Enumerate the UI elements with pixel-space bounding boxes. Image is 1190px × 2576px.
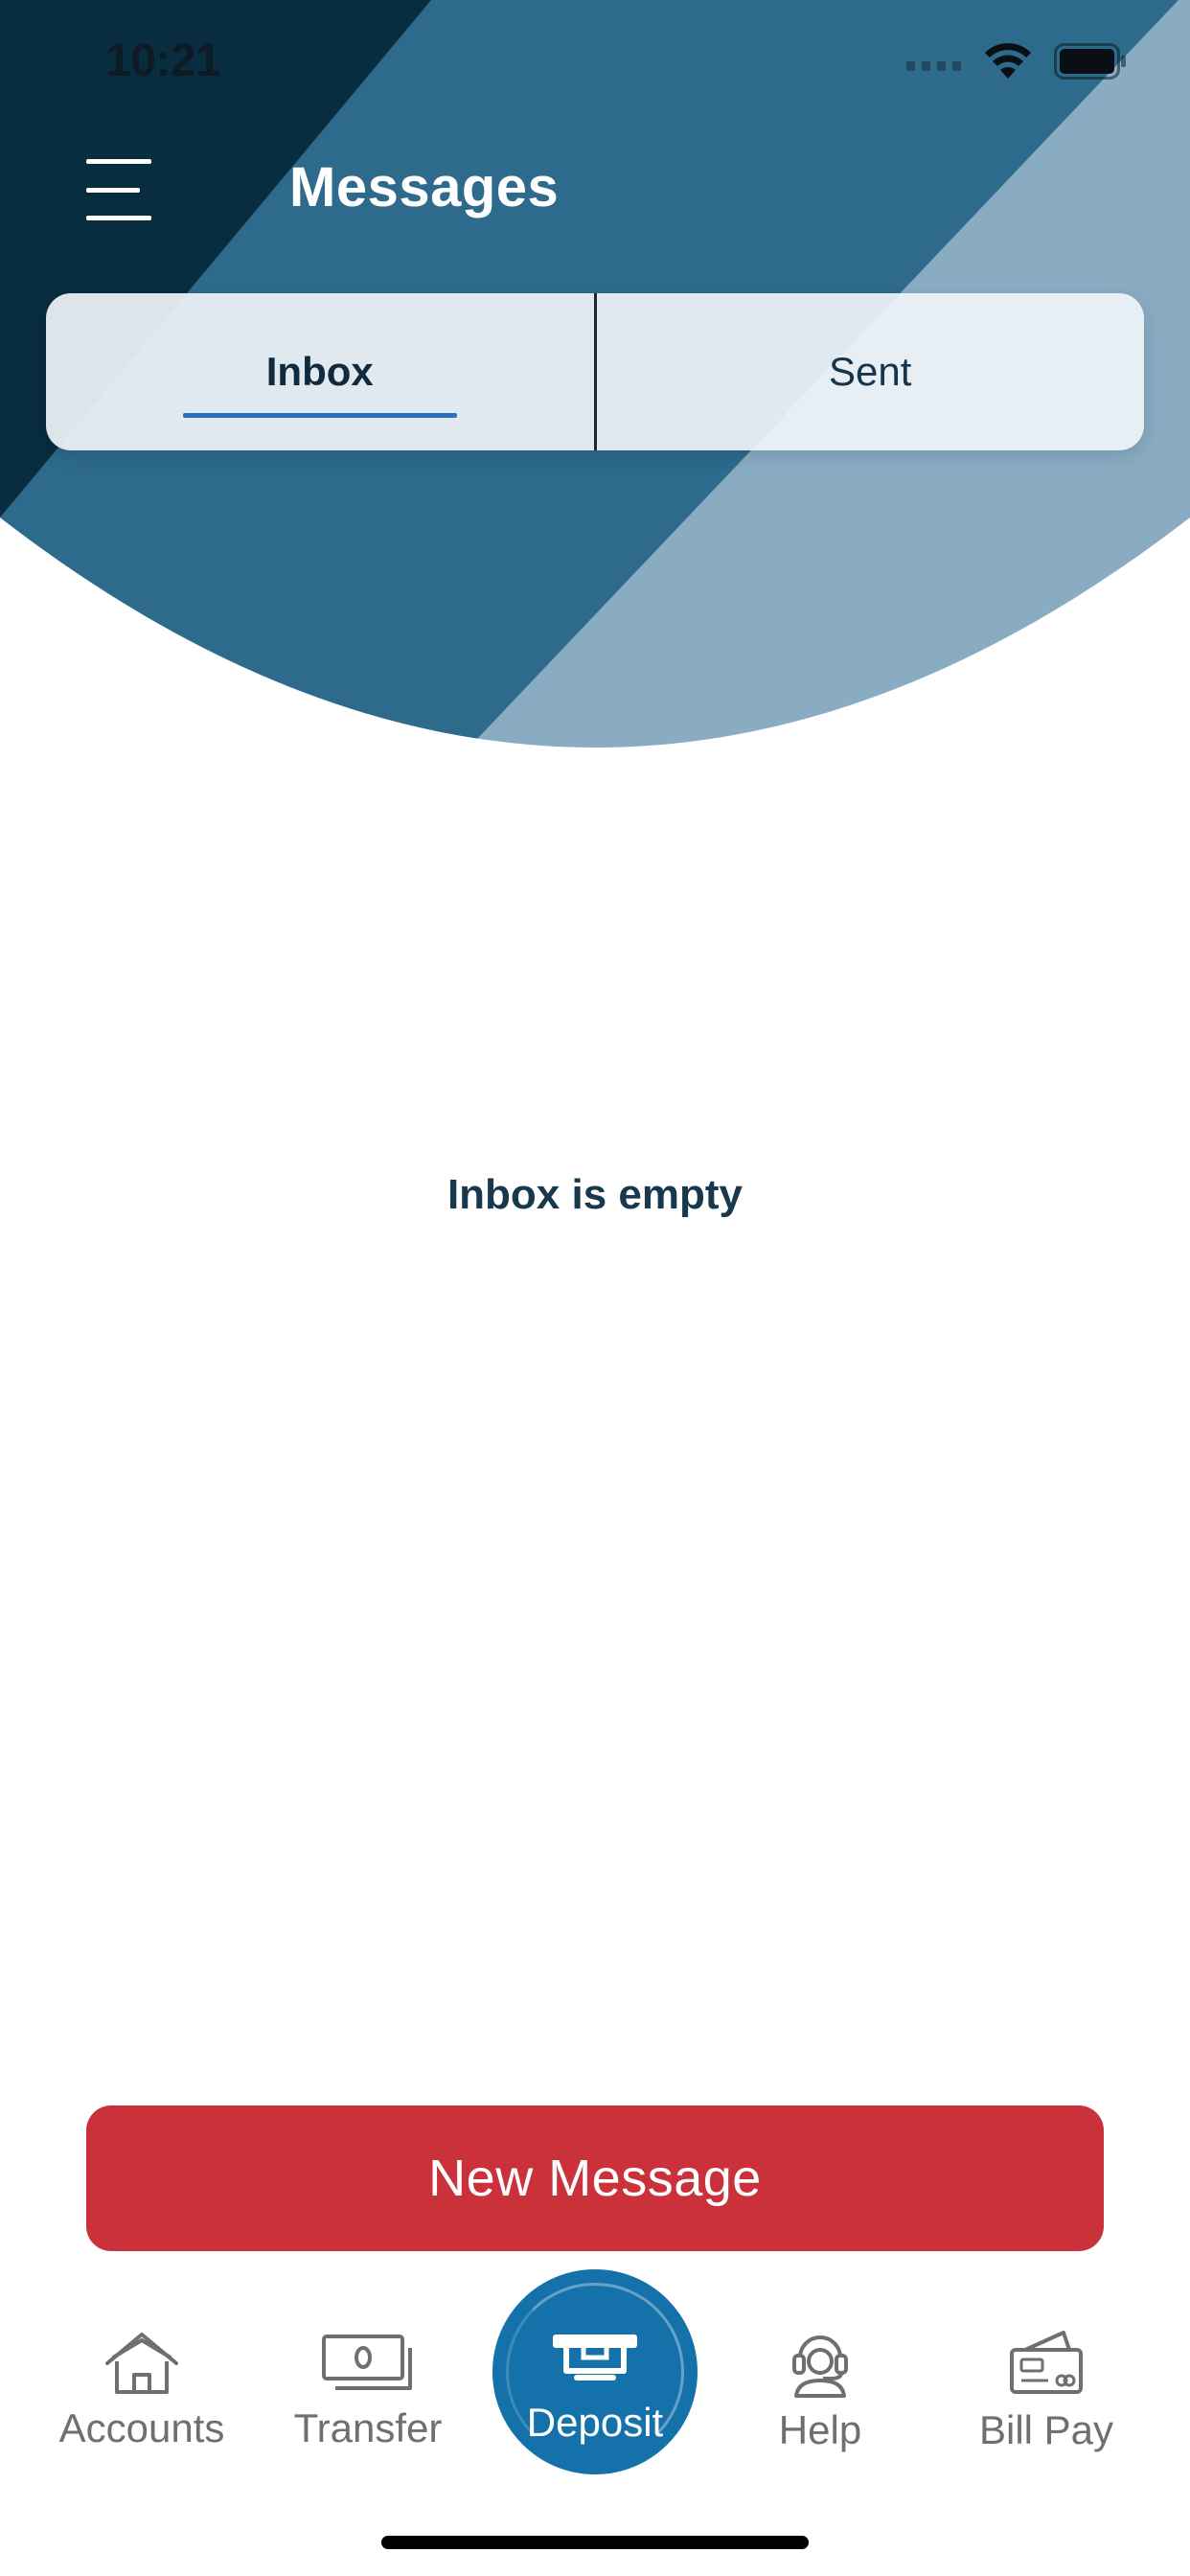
tab-sent[interactable]: Sent [597, 293, 1145, 450]
empty-inbox-message: Inbox is empty [446, 1171, 744, 1218]
cellular-signal-icon [906, 61, 961, 71]
messages-screen: 10:21 Messages Inbox Sent Inbox is empty… [0, 0, 1190, 2576]
status-time: 10:21 [105, 35, 221, 86]
battery-icon [1054, 43, 1126, 80]
hamburger-menu-icon[interactable] [86, 159, 163, 220]
new-message-label: New Message [428, 2150, 762, 2207]
page-title: Messages [289, 156, 560, 218]
nav-deposit[interactable]: Deposit [492, 2269, 698, 2474]
nav-transfer[interactable]: Transfer [258, 2329, 478, 2482]
headset-icon [792, 2335, 848, 2398]
new-message-button[interactable]: New Message [86, 2105, 1104, 2251]
status-icons [906, 42, 1127, 80]
menu-line-top [86, 159, 151, 164]
menu-line-bottom [86, 216, 151, 220]
nav-bill-pay[interactable]: Bill Pay [936, 2329, 1156, 2482]
tab-inbox-underline [183, 413, 457, 418]
nav-transfer-label: Transfer [293, 2405, 443, 2450]
nav-accounts-label: Accounts [58, 2405, 225, 2450]
cash-icon [322, 2334, 412, 2390]
nav-help[interactable]: Help [710, 2329, 930, 2482]
tab-sent-label: Sent [829, 349, 912, 394]
message-tabs: Inbox Sent [46, 293, 1144, 450]
wifi-icon [985, 43, 1031, 79]
wallet-card-icon [1010, 2331, 1083, 2394]
house-icon [105, 2333, 178, 2394]
tab-inbox-label: Inbox [265, 349, 374, 394]
nav-deposit-label: Deposit [526, 2400, 664, 2445]
nav-help-label: Help [778, 2407, 862, 2452]
tab-inbox[interactable]: Inbox [46, 293, 594, 450]
nav-bill-pay-label: Bill Pay [978, 2407, 1114, 2452]
home-indicator [381, 2536, 809, 2549]
nav-accounts[interactable]: Accounts [32, 2329, 252, 2482]
atm-deposit-icon [553, 2334, 637, 2380]
menu-line-middle [86, 187, 140, 193]
